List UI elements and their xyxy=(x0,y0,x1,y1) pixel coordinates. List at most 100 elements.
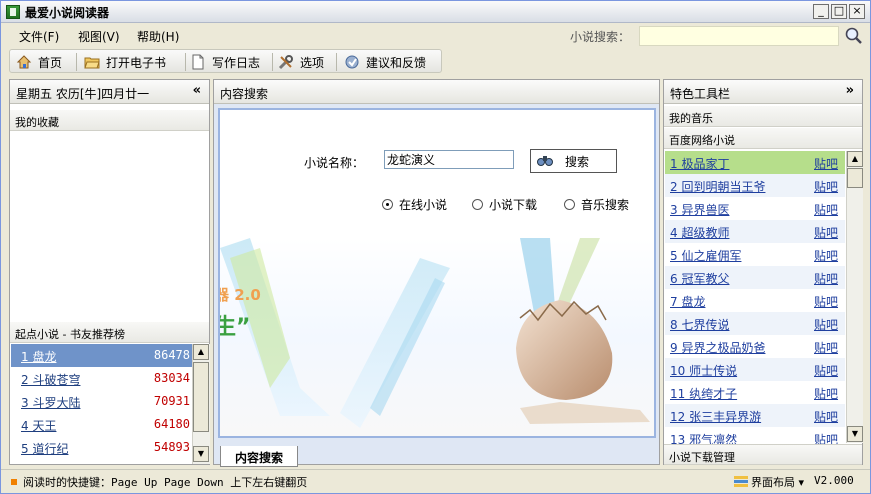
tieba-link[interactable]: 贴吧 xyxy=(814,155,838,172)
layout-icon[interactable] xyxy=(733,473,749,492)
tieba-link[interactable]: 贴吧 xyxy=(814,247,838,264)
rank-item[interactable]: 1 盘龙 86478 xyxy=(11,344,198,367)
rank-item-title[interactable]: 1 盘龙 xyxy=(21,348,56,365)
scroll-down-icon[interactable]: ▼ xyxy=(193,446,209,462)
tieba-link[interactable]: 贴吧 xyxy=(814,224,838,241)
novel-item[interactable]: 7 盘龙 贴吧 xyxy=(665,289,845,312)
menu-help[interactable]: 帮助(H) xyxy=(137,28,179,45)
novel-item-link[interactable]: 5 仙之雇佣军 xyxy=(670,247,741,264)
layout-menu[interactable]: 界面布局 ▾ xyxy=(751,474,804,490)
novel-item-link[interactable]: 9 异界之极品奶爸 xyxy=(670,339,765,356)
menu-file[interactable]: 文件(F) xyxy=(19,28,59,45)
tieba-link[interactable]: 贴吧 xyxy=(814,339,838,356)
novel-scrollbar[interactable]: ▲ ▼ xyxy=(846,151,863,443)
rank-scrollbar[interactable]: ▲ ▼ xyxy=(192,344,210,464)
rank-item-votes: 86478 xyxy=(153,348,190,362)
rank-item[interactable]: 4 天王 64180 xyxy=(11,413,198,436)
scroll-down-icon[interactable]: ▼ xyxy=(847,426,863,442)
document-icon xyxy=(190,54,206,70)
tieba-link[interactable]: 贴吧 xyxy=(814,178,838,195)
scroll-thumb[interactable] xyxy=(193,362,209,432)
feedback-button[interactable]: 建议和反馈 xyxy=(344,53,426,71)
search-icon[interactable] xyxy=(844,26,864,46)
rank-item-title[interactable]: 3 斗罗大陆 xyxy=(21,394,80,411)
novel-item-link[interactable]: 1 极品家丁 xyxy=(670,155,729,172)
options-button[interactable]: 选项 xyxy=(278,53,324,71)
baidu-novels-header[interactable]: 百度网络小说 xyxy=(664,128,862,149)
novel-item-link[interactable]: 2 回到明朝当王爷 xyxy=(670,178,765,195)
novel-item-link[interactable]: 12 张三丰异界游 xyxy=(670,408,761,425)
novel-item[interactable]: 1 极品家丁 贴吧 xyxy=(665,151,845,174)
novel-item-link[interactable]: 7 盘龙 xyxy=(670,293,705,310)
expand-right-icon[interactable]: » xyxy=(846,83,854,98)
novel-item-link[interactable]: 8 七界传说 xyxy=(670,316,729,333)
novel-item[interactable]: 5 仙之雇佣军 贴吧 xyxy=(665,243,845,266)
scroll-thumb[interactable] xyxy=(847,168,863,188)
write-diary-button[interactable]: 写作日志 xyxy=(190,53,260,71)
radio-download-label: 小说下载 xyxy=(489,198,538,212)
scroll-up-icon[interactable]: ▲ xyxy=(847,151,863,167)
options-label: 选项 xyxy=(300,55,325,70)
novel-search-label: 小说搜索： xyxy=(570,30,631,44)
app-window: 最爱小说阅读器 _ □ × 文件(F) 视图(V) 帮助(H) 小说搜索： 首页… xyxy=(0,0,871,494)
novel-item-link[interactable]: 11 纨绔才子 xyxy=(670,385,737,402)
right-panel: 特色工具栏 » 我的音乐 百度网络小说 1 极品家丁 贴吧 2 回到明朝当王爷 贴吧 3… xyxy=(663,79,863,465)
tieba-link[interactable]: 贴吧 xyxy=(814,385,838,402)
maximize-button[interactable]: □ xyxy=(831,4,847,19)
open-ebook-button[interactable]: 打开电子书 xyxy=(84,53,166,71)
radio-music-indicator[interactable] xyxy=(564,199,575,210)
novel-item[interactable]: 11 纨绔才子 贴吧 xyxy=(665,381,845,404)
home-button[interactable]: 首页 xyxy=(16,53,62,71)
novel-item[interactable]: 3 异界兽医 贴吧 xyxy=(665,197,845,220)
tab-content-search[interactable]: 内容搜索 xyxy=(220,446,298,467)
novel-item[interactable]: 6 冠军教父 贴吧 xyxy=(665,266,845,289)
status-bullet-icon xyxy=(11,479,17,485)
novel-item[interactable]: 4 超级教师 贴吧 xyxy=(665,220,845,243)
radio-online-indicator[interactable] xyxy=(382,199,393,210)
novel-item[interactable]: 9 异界之极品奶爸 贴吧 xyxy=(665,335,845,358)
banner-illustration: 器 2.0 生” xyxy=(220,238,654,436)
novel-item-link[interactable]: 4 超级教师 xyxy=(670,224,729,241)
content-search-header: 内容搜索 xyxy=(214,80,659,104)
novel-item-link[interactable]: 10 师士传说 xyxy=(670,362,737,379)
collapse-left-icon[interactable]: « xyxy=(193,83,201,98)
title-bar[interactable]: 最爱小说阅读器 _ □ × xyxy=(1,1,870,23)
rank-item[interactable]: 5 道行纪 54893 xyxy=(11,436,198,459)
minimize-button[interactable]: _ xyxy=(813,4,829,19)
banner-slogan-text: 生” xyxy=(220,315,250,340)
novel-name-input[interactable] xyxy=(384,150,514,169)
center-panel: 内容搜索 小说名称： 搜索 在线小说 小说下载 音乐搜索 xyxy=(213,79,660,467)
toolbar-divider xyxy=(185,53,186,71)
novel-item[interactable]: 12 张三丰异界游 贴吧 xyxy=(665,404,845,427)
rank-item-title[interactable]: 2 斗破苍穹 xyxy=(21,371,80,388)
favorites-header[interactable]: 我的收藏 xyxy=(10,110,209,131)
radio-online[interactable]: 在线小说 xyxy=(382,196,447,213)
novel-item-link[interactable]: 6 冠军教父 xyxy=(670,270,729,287)
banner-graphic: 器 2.0 生” xyxy=(220,238,650,428)
my-music-header[interactable]: 我的音乐 xyxy=(664,106,862,127)
tieba-link[interactable]: 贴吧 xyxy=(814,408,838,425)
novel-item-link[interactable]: 3 异界兽医 xyxy=(670,201,729,218)
tieba-link[interactable]: 贴吧 xyxy=(814,293,838,310)
tieba-link[interactable]: 贴吧 xyxy=(814,316,838,333)
tools-icon xyxy=(278,54,294,70)
search-button[interactable]: 搜索 xyxy=(530,149,617,173)
novel-item[interactable]: 2 回到明朝当王爷 贴吧 xyxy=(665,174,845,197)
tieba-link[interactable]: 贴吧 xyxy=(814,362,838,379)
rank-item[interactable]: 2 斗破苍穹 83034 xyxy=(11,367,198,390)
novel-search-input[interactable] xyxy=(639,26,839,46)
tieba-link[interactable]: 贴吧 xyxy=(814,270,838,287)
rank-item-title[interactable]: 5 道行纪 xyxy=(21,440,68,457)
menu-view[interactable]: 视图(V) xyxy=(78,28,120,45)
scroll-up-icon[interactable]: ▲ xyxy=(193,344,209,360)
novel-item[interactable]: 10 师士传说 贴吧 xyxy=(665,358,845,381)
radio-music[interactable]: 音乐搜索 xyxy=(564,196,629,213)
novel-item[interactable]: 8 七界传说 贴吧 xyxy=(665,312,845,335)
rank-item-title[interactable]: 4 天王 xyxy=(21,417,56,434)
download-manager-button[interactable]: 小说下载管理 xyxy=(664,444,862,465)
tieba-link[interactable]: 贴吧 xyxy=(814,201,838,218)
radio-download-indicator[interactable] xyxy=(472,199,483,210)
close-button[interactable]: × xyxy=(849,4,865,19)
rank-item[interactable]: 3 斗罗大陆 70931 xyxy=(11,390,198,413)
radio-download[interactable]: 小说下载 xyxy=(472,196,537,213)
